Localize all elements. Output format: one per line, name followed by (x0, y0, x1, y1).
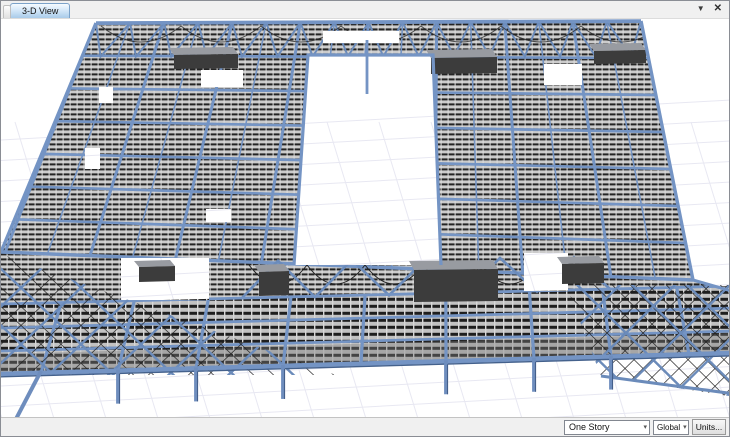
chevron-down-icon: ▾ (683, 423, 687, 431)
coord-system-selector[interactable]: Global ▾ (653, 420, 689, 435)
window-buttons: ▼ ✕ (697, 1, 722, 17)
status-bar: One Story ▾ Global ▾ Units... (1, 417, 729, 436)
units-button[interactable]: Units... (692, 419, 726, 435)
tab-strip: 3-D View ▼ ✕ (1, 1, 729, 19)
chevron-down-icon: ▾ (643, 423, 647, 431)
tab-3d-view[interactable]: 3-D View (10, 3, 70, 18)
tab-3d-view-label: 3-D View (22, 6, 58, 16)
3d-view-canvas[interactable] (1, 19, 729, 417)
model-viewport (1, 19, 729, 417)
story-selector-value: One Story (569, 422, 610, 432)
chevron-down-icon[interactable]: ▼ (697, 1, 705, 17)
close-icon[interactable]: ✕ (714, 1, 722, 17)
story-selector[interactable]: One Story ▾ (564, 420, 650, 435)
coord-system-value: Global (657, 423, 680, 432)
tab-strip-stub (3, 5, 11, 18)
3d-view-window: 3-D View ▼ ✕ One Story ▾ Global ▾ Units.… (0, 0, 730, 437)
